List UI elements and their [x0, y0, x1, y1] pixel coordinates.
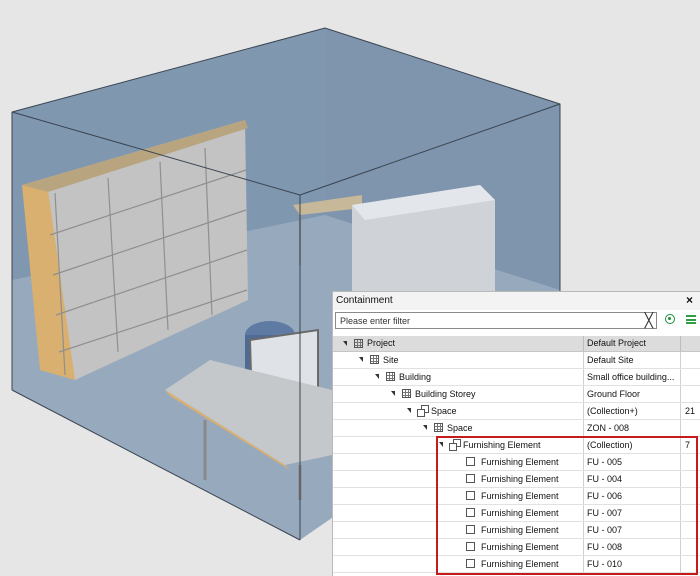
- node-name: Space: [431, 406, 457, 416]
- expand-triangle-icon[interactable]: [391, 391, 395, 396]
- node-count: 7: [685, 440, 691, 450]
- node-value: FU - 007: [587, 525, 623, 535]
- node-value: FU - 006: [587, 491, 623, 501]
- visibility-checkbox[interactable]: [466, 474, 475, 483]
- visibility-checkbox[interactable]: [466, 542, 475, 551]
- project-value: Default Project: [587, 338, 647, 348]
- node-name: Furnishing Element: [481, 457, 559, 467]
- expand-triangle-icon[interactable]: [439, 442, 443, 447]
- node-value: ZON - 008: [587, 423, 630, 433]
- tree-row-furnishing-element[interactable]: Furnishing Element FU - 010: [333, 556, 700, 573]
- visibility-checkbox[interactable]: [466, 508, 475, 517]
- visibility-checkbox[interactable]: [466, 559, 475, 568]
- tree-row-space[interactable]: Space ZON - 008: [333, 420, 700, 437]
- filter-input[interactable]: Please enter filter ╳: [335, 312, 657, 329]
- collection-icon: [417, 405, 429, 417]
- expand-triangle-icon[interactable]: [343, 341, 347, 346]
- node-name: Building Storey: [415, 389, 476, 399]
- expand-triangle-icon[interactable]: [423, 425, 427, 430]
- node-name: Furnishing Element: [481, 525, 559, 535]
- project-grid-icon: [354, 339, 363, 348]
- node-value: Small office building...: [587, 372, 675, 382]
- tree-row-furnishing-element[interactable]: Furnishing Element FU - 006: [333, 488, 700, 505]
- filter-row: Please enter filter ╳: [333, 310, 700, 332]
- node-name: Furnishing Element: [481, 542, 559, 552]
- visibility-checkbox[interactable]: [466, 457, 475, 466]
- tree-row-building[interactable]: Building Small office building...: [333, 369, 700, 386]
- clear-filter-icon[interactable]: ╳: [645, 313, 653, 328]
- close-icon[interactable]: ×: [686, 293, 693, 307]
- expand-triangle-icon[interactable]: [359, 357, 363, 362]
- filter-placeholder: Please enter filter: [340, 316, 411, 326]
- node-value: (Collection+): [587, 406, 638, 416]
- tree-header-row[interactable]: Project Default Project: [333, 336, 700, 352]
- radio-target-icon[interactable]: [665, 314, 675, 324]
- tree-row-space-collection[interactable]: Space (Collection+) 21: [333, 403, 700, 420]
- node-name: Site: [383, 355, 399, 365]
- storey-grid-icon: [402, 389, 411, 398]
- site-grid-icon: [370, 355, 379, 364]
- node-count: 21: [685, 406, 696, 416]
- panel-titlebar: Containment ×: [333, 292, 700, 310]
- building-grid-icon: [386, 372, 395, 381]
- node-value: FU - 008: [587, 542, 623, 552]
- tree-row-building-storey[interactable]: Building Storey Ground Floor: [333, 386, 700, 403]
- node-name: Furnishing Element: [463, 440, 541, 450]
- visibility-checkbox[interactable]: [466, 525, 475, 534]
- containment-panel: Containment × Please enter filter ╳ Proj…: [332, 291, 700, 576]
- node-name: Furnishing Element: [481, 508, 559, 518]
- tree-row-furnishing-element[interactable]: Furnishing Element FU - 007: [333, 505, 700, 522]
- expand-triangle-icon[interactable]: [375, 374, 379, 379]
- visibility-checkbox[interactable]: [466, 491, 475, 500]
- node-name: Building: [399, 372, 432, 382]
- node-value: (Collection): [587, 440, 633, 450]
- tree-row-furnishing-collection[interactable]: Furnishing Element (Collection) 7: [333, 437, 700, 454]
- tree-row-furnishing-element[interactable]: Furnishing Element FU - 007: [333, 522, 700, 539]
- node-value: Ground Floor: [587, 389, 641, 399]
- node-name: Space: [447, 423, 473, 433]
- project-label: Project: [367, 338, 396, 348]
- collection-icon: [449, 439, 461, 451]
- space-grid-icon: [434, 423, 443, 432]
- node-name: Furnishing Element: [481, 474, 559, 484]
- tree-row-furnishing-element[interactable]: Furnishing Element FU - 004: [333, 471, 700, 488]
- node-name: Furnishing Element: [481, 491, 559, 501]
- tree-row-furnishing-element[interactable]: Furnishing Element FU - 005: [333, 454, 700, 471]
- node-name: Furnishing Element: [481, 559, 559, 569]
- node-value: Default Site: [587, 355, 634, 365]
- tree-row-site[interactable]: Site Default Site: [333, 352, 700, 369]
- panel-title: Containment: [336, 295, 393, 306]
- node-value: FU - 010: [587, 559, 623, 569]
- hamburger-menu-icon[interactable]: [686, 315, 696, 324]
- node-value: FU - 004: [587, 474, 623, 484]
- expand-triangle-icon[interactable]: [407, 408, 411, 413]
- node-value: FU - 005: [587, 457, 623, 467]
- node-value: FU - 007: [587, 508, 623, 518]
- tree-row-furnishing-element[interactable]: Furnishing Element FU - 008: [333, 539, 700, 556]
